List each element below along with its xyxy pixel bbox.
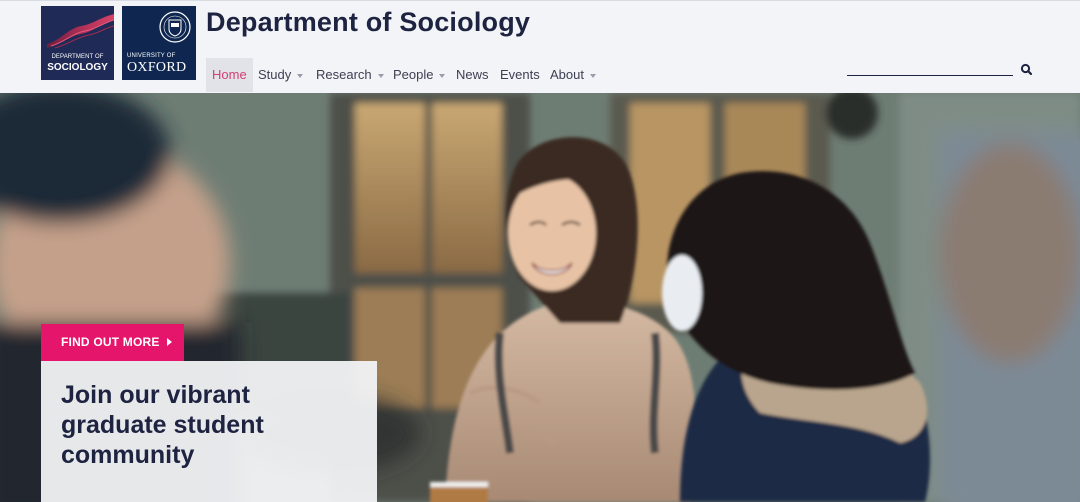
chevron-down-icon bbox=[377, 73, 384, 78]
nav-item-news[interactable]: News bbox=[456, 58, 489, 92]
chevron-right-icon bbox=[167, 338, 172, 346]
university-logo[interactable]: UNIVERSITY OF OXFORD bbox=[122, 6, 196, 80]
search-input[interactable] bbox=[847, 59, 1013, 75]
nav-item-home[interactable]: Home bbox=[206, 58, 253, 92]
department-logo[interactable]: DEPARTMENT OF SOCIOLOGY bbox=[41, 6, 114, 80]
nav-item-label: Study bbox=[258, 67, 292, 82]
nav-item-research[interactable]: Research bbox=[316, 58, 384, 92]
nav-item-label: Events bbox=[500, 67, 540, 82]
search-icon bbox=[1020, 63, 1033, 76]
cta-label: FIND OUT MORE bbox=[61, 335, 160, 349]
chevron-down-icon bbox=[589, 73, 596, 78]
chevron-down-icon bbox=[439, 73, 446, 78]
chevron-down-icon bbox=[297, 73, 304, 78]
university-line-2: OXFORD bbox=[127, 60, 187, 75]
wave-graphic bbox=[47, 14, 114, 49]
nav-item-events[interactable]: Events bbox=[500, 58, 540, 92]
promo-headline: Join our vibrant graduate student commun… bbox=[61, 381, 264, 469]
nav-item-label: News bbox=[456, 67, 489, 82]
promo-card: Join our vibrant graduate student commun… bbox=[41, 361, 377, 502]
find-out-more-button[interactable]: FIND OUT MORE bbox=[41, 324, 184, 361]
nav-item-label: Home bbox=[212, 67, 247, 82]
site-header: DEPARTMENT OF SOCIOLOGY UNIVERSITY OF OX… bbox=[0, 1, 1080, 93]
page-title: Department of Sociology bbox=[206, 7, 531, 37]
logo-line-2: SOCIOLOGY bbox=[47, 62, 108, 73]
nav-item-label: Research bbox=[316, 67, 372, 82]
nav-item-label: About bbox=[550, 67, 584, 82]
nav-item-people[interactable]: People bbox=[393, 58, 446, 92]
hero-banner: FIND OUT MORE Join our vibrant graduate … bbox=[0, 93, 1080, 502]
nav-item-label: People bbox=[393, 67, 434, 82]
nav-item-about[interactable]: About bbox=[550, 58, 596, 92]
university-line-1: UNIVERSITY OF bbox=[127, 53, 176, 59]
search-underline bbox=[847, 75, 1013, 76]
search-button[interactable] bbox=[1020, 63, 1034, 77]
nav-item-study[interactable]: Study bbox=[258, 58, 304, 92]
crest-icon bbox=[159, 11, 191, 43]
logo-line-1: DEPARTMENT OF bbox=[51, 54, 104, 60]
